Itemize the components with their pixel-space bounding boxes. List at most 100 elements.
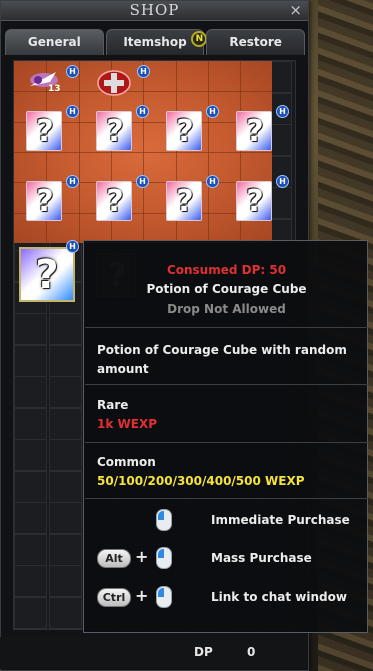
h-badge-icon: H <box>136 175 149 188</box>
action-mass-purchase: Mass Purchase <box>211 551 312 565</box>
cube-card: ? <box>236 111 272 151</box>
grid-cell[interactable] <box>14 502 47 534</box>
dp-label: DP <box>194 645 213 659</box>
cube-card: ? <box>236 181 272 221</box>
grid-cell[interactable] <box>49 502 82 534</box>
selected-cube-slot[interactable]: ? <box>19 247 75 302</box>
window-title: SHOP <box>129 1 180 19</box>
grid-cell[interactable] <box>14 344 47 377</box>
cube-card: ? <box>166 181 202 221</box>
tab-itemshop[interactable]: Itemshop N <box>105 29 208 55</box>
question-icon: ? <box>246 184 264 219</box>
cube-slot[interactable]: ? <box>236 111 274 151</box>
question-icon: ? <box>176 114 194 149</box>
grid-cell[interactable] <box>14 596 47 629</box>
drop-status: Drop Not Allowed <box>167 302 286 316</box>
tab-general-label: General <box>27 35 81 49</box>
tab-itemshop-label: Itemshop <box>123 35 187 49</box>
grid-cell[interactable] <box>49 470 82 503</box>
slot-bird-charm[interactable]: 13 <box>26 66 64 106</box>
grid-cell[interactable] <box>14 533 47 566</box>
h-badge-icon: H <box>66 240 79 253</box>
action-immediate-purchase: Immediate Purchase <box>211 513 350 527</box>
rare-value: 1k WEXP <box>97 417 157 431</box>
cube-slot[interactable]: ? <box>166 181 204 221</box>
divider <box>85 384 368 385</box>
grid-cell[interactable] <box>49 439 82 471</box>
bird-charm-icon <box>30 72 58 87</box>
cube-card: ? <box>26 111 62 151</box>
h-badge-icon: H <box>276 175 289 188</box>
cube-slot[interactable]: ? <box>236 181 274 221</box>
cube-card: ? <box>96 181 132 221</box>
h-badge-icon: H <box>66 65 79 78</box>
h-badge-icon: H <box>66 105 79 118</box>
tab-restore-label: Restore <box>229 35 282 49</box>
grid-cell[interactable] <box>14 565 47 597</box>
common-value: 50/100/200/300/400/500 WEXP <box>97 474 305 488</box>
title-bar[interactable]: SHOP × <box>1 1 308 21</box>
item-tooltip: Consumed DP: 50 Potion of Courage Cube D… <box>83 240 368 633</box>
grid-cell[interactable] <box>49 376 82 408</box>
item-name: Potion of Courage Cube <box>146 282 307 296</box>
close-icon[interactable]: × <box>289 2 302 18</box>
shop-tabs: General Itemshop N Restore <box>5 29 306 55</box>
grid-cell[interactable] <box>49 313 82 345</box>
grid-cell[interactable] <box>14 407 47 440</box>
grid-cell[interactable] <box>14 376 47 408</box>
cube-slot[interactable]: ? <box>26 111 64 151</box>
shop-footer <box>0 637 307 669</box>
grid-cell[interactable] <box>14 313 47 345</box>
h-badge-icon: H <box>276 105 289 118</box>
cube-slot[interactable]: ? <box>96 181 134 221</box>
cube-slot[interactable]: ? <box>96 111 134 151</box>
dp-value: 0 <box>247 645 256 659</box>
question-icon: ? <box>246 114 264 149</box>
grid-cell[interactable] <box>49 344 82 377</box>
divider <box>85 327 368 328</box>
mouse-left-click-icon <box>156 547 172 569</box>
new-badge-icon: N <box>191 31 208 47</box>
tab-general[interactable]: General <box>5 29 104 55</box>
question-icon: ? <box>106 184 124 219</box>
mouse-left-click-icon <box>156 586 172 608</box>
item-count: 13 <box>48 84 61 94</box>
question-icon: ? <box>176 184 194 219</box>
cube-slot[interactable]: ? <box>26 181 64 221</box>
consumed-dp: Consumed DP: 50 <box>166 263 287 277</box>
item-description: Potion of Courage Cube with random amoun… <box>97 343 347 376</box>
grid-cell[interactable] <box>14 470 47 503</box>
h-badge-icon: H <box>136 105 149 118</box>
grid-cell[interactable] <box>49 533 82 566</box>
h-badge-icon: H <box>137 65 150 78</box>
rare-label: Rare <box>97 398 129 412</box>
cube-card: ? <box>26 181 62 221</box>
h-badge-icon: H <box>206 175 219 188</box>
divider <box>85 498 368 499</box>
question-icon: ? <box>36 114 54 149</box>
h-badge-icon: H <box>66 175 79 188</box>
action-link-to-chat: Link to chat window <box>211 590 347 604</box>
mouse-left-click-icon <box>156 509 172 531</box>
red-cross-orb-icon <box>97 70 131 96</box>
divider <box>85 442 368 443</box>
cube-card: ? <box>166 111 202 151</box>
question-icon: ? <box>35 252 59 298</box>
slot-red-orb[interactable] <box>96 68 134 108</box>
grid-cell[interactable] <box>49 596 82 629</box>
h-badge-icon: H <box>206 105 219 118</box>
question-icon: ? <box>106 114 124 149</box>
cube-card: ? <box>96 111 132 151</box>
grid-cell[interactable] <box>49 565 82 597</box>
tab-restore[interactable]: Restore <box>206 29 306 55</box>
grid-cell[interactable] <box>49 407 82 440</box>
question-icon: ? <box>36 184 54 219</box>
grid-line <box>14 151 272 153</box>
plus-icon: + <box>135 547 149 566</box>
grid-cell[interactable] <box>14 439 47 471</box>
plus-icon: + <box>135 586 149 605</box>
ctrl-key-icon: Ctrl <box>97 588 131 607</box>
alt-key-icon: Alt <box>97 549 131 568</box>
common-label: Common <box>97 455 156 469</box>
cube-slot[interactable]: ? <box>166 111 204 151</box>
